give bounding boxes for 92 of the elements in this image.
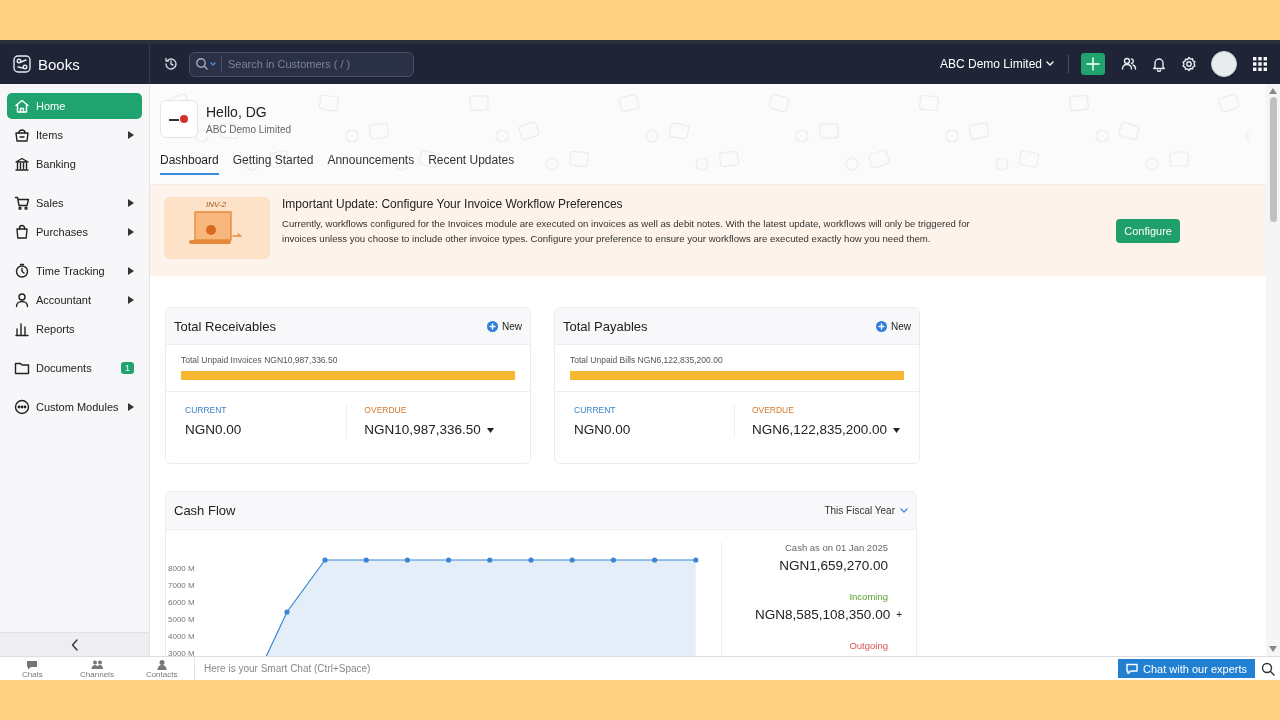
unpaid-total: Total Unpaid Invoices NGN10,987,336.50 bbox=[181, 355, 339, 365]
sidebar-item[interactable]: Purchases bbox=[7, 219, 142, 245]
figure-label: Incoming bbox=[848, 591, 888, 602]
banner-title: Important Update: Configure Your Invoice Workflow Preferences bbox=[282, 197, 624, 211]
home-icon bbox=[14, 98, 30, 114]
axis-label: 4000 M bbox=[168, 632, 195, 641]
sidebar-item[interactable]: Custom Modules bbox=[7, 394, 142, 420]
bank-icon bbox=[14, 156, 30, 172]
tab[interactable]: Dashboard bbox=[160, 153, 219, 175]
books-logo-icon bbox=[12, 54, 32, 74]
figure-label: Cash as on 01 Jan 2025 bbox=[784, 542, 888, 553]
chevron-down-icon bbox=[900, 507, 908, 514]
search-icon bbox=[195, 57, 217, 71]
expand-toggle[interactable]: + bbox=[896, 609, 902, 620]
axis-label: 7000 M bbox=[168, 581, 195, 590]
chevron-left-icon bbox=[70, 638, 79, 651]
scroll-thumb[interactable] bbox=[1269, 97, 1277, 222]
clock-icon bbox=[14, 263, 30, 279]
chat-experts-button[interactable]: Chat with our experts bbox=[1118, 659, 1255, 678]
period-dropdown[interactable]: This Fiscal Year bbox=[824, 505, 908, 516]
apps-grid-icon[interactable] bbox=[1253, 57, 1267, 71]
count-badge: 1 bbox=[121, 362, 134, 374]
axis-label: 8000 M bbox=[168, 564, 195, 573]
sidebar-item[interactable]: Reports bbox=[7, 316, 142, 342]
unpaid-total: Total Unpaid Bills NGN6,122,835,200.00 bbox=[570, 355, 724, 365]
banner-message: Currently, workflows configured for the Invoices module are executed on invoices as well as debit notes. With the latest update, workflows will only be triggered for invoices unless you choose to include other invoice types. Configure your preference to ensure your workflows are executed exactly how you need them. bbox=[282, 217, 971, 247]
scroll-up-icon bbox=[1269, 88, 1277, 94]
current-label: CURRENT bbox=[574, 405, 617, 415]
history-icon[interactable] bbox=[163, 56, 179, 72]
overdue-label: OVERDUE bbox=[751, 405, 795, 415]
tab[interactable]: Recent Updates bbox=[428, 153, 515, 175]
plus-icon bbox=[1086, 57, 1100, 71]
new-link[interactable]: New bbox=[876, 320, 911, 332]
card-title: Total Payables bbox=[563, 318, 648, 334]
sidebar-item[interactable]: Items bbox=[7, 122, 142, 148]
tab[interactable]: Getting Started bbox=[232, 153, 314, 175]
sidebar-item[interactable]: Time Tracking bbox=[7, 258, 142, 284]
overdue-label: OVERDUE bbox=[364, 405, 408, 415]
current-amount: NGN0.00 bbox=[185, 422, 242, 437]
chat-tab[interactable]: Channels bbox=[64, 657, 130, 680]
search-input[interactable]: Search in Customers ( / ) bbox=[221, 57, 410, 71]
chat-tab[interactable]: Contacts bbox=[129, 657, 194, 680]
settings-icon[interactable] bbox=[1181, 56, 1197, 72]
basket-icon bbox=[14, 127, 30, 143]
sidebar-item[interactable]: Sales bbox=[7, 190, 142, 216]
chat-tab[interactable]: Chats bbox=[0, 657, 65, 680]
plus-circle-icon bbox=[487, 320, 498, 332]
app-name: Books bbox=[38, 55, 80, 73]
avatar[interactable] bbox=[1211, 51, 1237, 77]
card-title: Total Receivables bbox=[174, 318, 276, 334]
company-logo-icon bbox=[169, 114, 189, 124]
figure-amount: NGN1,659,270.00 bbox=[779, 558, 888, 573]
cart-icon bbox=[14, 195, 30, 211]
invoice-label: INV-2 bbox=[204, 200, 229, 209]
new-link[interactable]: New bbox=[487, 320, 522, 332]
axis-label: 3000 M bbox=[168, 649, 195, 656]
chat-icon bbox=[1126, 663, 1139, 674]
folder-icon bbox=[14, 360, 30, 376]
scroll-down-icon bbox=[1269, 646, 1277, 652]
chevron-down-icon bbox=[1046, 61, 1054, 67]
greeting-title: Hello, DG bbox=[206, 104, 268, 120]
scrollbar[interactable] bbox=[1266, 84, 1280, 656]
figure-amount: NGN8,585,108,350.00 bbox=[755, 607, 891, 622]
tab[interactable]: Announcements bbox=[327, 153, 415, 175]
card-title: Cash Flow bbox=[174, 503, 236, 518]
bar-chart-icon bbox=[14, 321, 30, 337]
caret-down-icon[interactable] bbox=[486, 427, 494, 433]
search-icon[interactable] bbox=[1261, 661, 1275, 676]
group-icon bbox=[91, 658, 103, 670]
modules-icon bbox=[14, 399, 30, 415]
bell-icon[interactable] bbox=[1151, 56, 1167, 72]
organization-name: ABC Demo Limited bbox=[206, 124, 292, 135]
sidebar-item[interactable]: Banking bbox=[7, 151, 142, 177]
organization-menu[interactable]: ABC Demo Limited bbox=[939, 57, 1054, 71]
bag-icon bbox=[14, 224, 30, 240]
axis-label: 5000 M bbox=[168, 615, 195, 624]
person-icon bbox=[14, 292, 30, 308]
overdue-amount: NGN6,122,835,200.00 bbox=[751, 422, 887, 437]
users-icon[interactable] bbox=[1121, 56, 1137, 72]
person-icon bbox=[155, 658, 168, 670]
overdue-amount: NGN10,987,336.50 bbox=[364, 422, 481, 437]
figure-label: Outgoing bbox=[848, 640, 888, 651]
search-field[interactable]: Search in Customers ( / ) bbox=[189, 51, 414, 77]
axis-label: 6000 M bbox=[168, 598, 195, 607]
add-button[interactable] bbox=[1081, 53, 1105, 75]
chat-bubble-icon bbox=[26, 658, 39, 670]
current-amount: NGN0.00 bbox=[574, 422, 631, 437]
plus-circle-icon bbox=[876, 320, 887, 332]
caret-down-icon[interactable] bbox=[893, 427, 900, 433]
sidebar-item[interactable]: Accountant bbox=[7, 287, 142, 313]
sidebar-item[interactable]: Documents 1 bbox=[7, 355, 142, 381]
current-label: CURRENT bbox=[185, 405, 228, 415]
